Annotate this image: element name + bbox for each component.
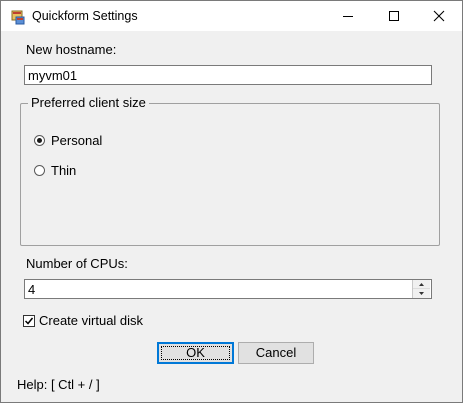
virtual-disk-label[interactable]: Create virtual disk: [39, 313, 143, 328]
client-size-group: Preferred client size: [20, 95, 440, 246]
minimize-icon: [343, 16, 353, 17]
close-icon: [433, 10, 445, 22]
cpus-label: Number of CPUs:: [26, 256, 128, 271]
spin-up-button[interactable]: [413, 280, 430, 289]
ok-button[interactable]: OK: [157, 342, 234, 364]
minimize-button[interactable]: [325, 1, 371, 31]
dialog-window: Quickform Settings New hostname: Preferr…: [0, 0, 463, 403]
radio-selected-dot: [37, 138, 42, 143]
title-bar[interactable]: Quickform Settings: [1, 1, 462, 31]
radio-thin[interactable]: [34, 165, 45, 176]
radio-thin-label[interactable]: Thin: [51, 163, 76, 178]
maximize-button[interactable]: [371, 1, 417, 31]
hostname-label: New hostname:: [26, 42, 117, 57]
cancel-button-label: Cancel: [255, 345, 297, 360]
close-button[interactable]: [416, 1, 462, 31]
hostname-input[interactable]: [24, 65, 432, 85]
cpus-input[interactable]: [24, 279, 432, 299]
client-size-legend: Preferred client size: [28, 95, 149, 110]
radio-personal-label[interactable]: Personal: [51, 133, 102, 148]
spin-up-icon: [419, 283, 424, 286]
focus-rectangle: [161, 346, 230, 360]
app-form-icon: [10, 9, 26, 25]
virtual-disk-checkbox[interactable]: [23, 315, 35, 327]
maximize-icon: [389, 11, 399, 21]
window-title: Quickform Settings: [32, 9, 138, 23]
radio-personal[interactable]: [34, 135, 45, 146]
check-icon: [25, 317, 33, 325]
spin-down-icon: [419, 292, 424, 295]
cpus-spinner[interactable]: [412, 280, 430, 298]
help-text: Help: [ Ctl + / ]: [17, 377, 100, 392]
spin-down-button[interactable]: [413, 289, 430, 298]
cancel-button[interactable]: Cancel: [238, 342, 314, 364]
